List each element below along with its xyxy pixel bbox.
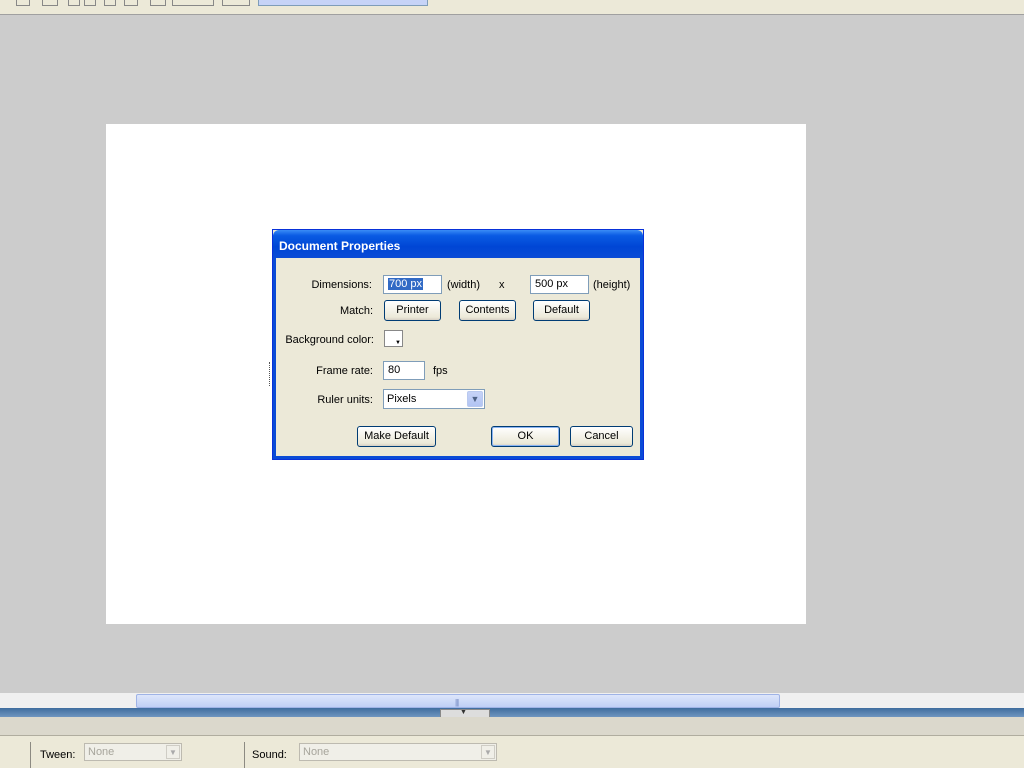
dialog-frame [273,456,643,459]
dialog-title: Document Properties [279,239,401,253]
height-value: 500 px [535,278,569,290]
sound-value: None [303,746,330,758]
frame-rate-label: Frame rate: [316,365,373,377]
times-sign: x [499,279,505,291]
background-color-swatch[interactable]: ▼ [384,330,403,347]
height-input[interactable]: 500 px [530,275,589,294]
divider [244,742,245,768]
dialog-frame [640,258,643,459]
frame-rate-input[interactable]: 80 [383,361,425,380]
width-suffix: (width) [447,279,481,291]
dropdown-arrow-icon: ▼ [395,340,401,346]
divider [30,742,31,768]
ruler-units-label: Ruler units: [317,394,373,406]
match-default-button[interactable]: Default [533,300,590,321]
horizontal-scrollbar[interactable]: ||| [0,693,1024,708]
panel-header [0,717,1024,736]
sound-select[interactable]: None ▼ [299,743,497,761]
height-suffix: (height) [593,279,631,291]
tween-select[interactable]: None ▼ [84,743,182,761]
fps-label: fps [433,365,448,377]
dimensions-label: Dimensions: [311,279,372,291]
dialog-frame [273,258,276,459]
collapse-arrow-icon: ▼ [460,709,467,716]
chevron-down-icon: ▼ [166,745,180,759]
toolbar-separator [0,6,1024,15]
make-default-button[interactable]: Make Default [357,426,436,447]
grip-icon: ||| [455,698,459,707]
ruler-units-value: Pixels [387,393,417,405]
chevron-down-icon: ▼ [481,745,495,759]
frame-rate-value: 80 [388,364,401,376]
width-input[interactable]: 700 px [383,275,442,294]
ruler-units-select[interactable]: Pixels ▼ [383,389,485,409]
chevron-down-icon[interactable]: ▼ [467,391,483,407]
cancel-button[interactable]: Cancel [570,426,633,447]
match-printer-button[interactable]: Printer [384,300,441,321]
match-contents-button[interactable]: Contents [459,300,516,321]
match-label: Match: [339,305,373,317]
ok-button[interactable]: OK [491,426,560,447]
scrollbar-thumb[interactable]: ||| [136,694,780,708]
tween-value: None [88,746,115,758]
dialog-titlebar[interactable]: Document Properties [273,230,643,258]
tween-label: Tween: [40,749,76,761]
sound-label: Sound: [252,749,287,761]
panel-divider[interactable] [0,708,1024,717]
width-value: 700 px [388,278,424,290]
background-color-label: Background color: [285,334,374,346]
